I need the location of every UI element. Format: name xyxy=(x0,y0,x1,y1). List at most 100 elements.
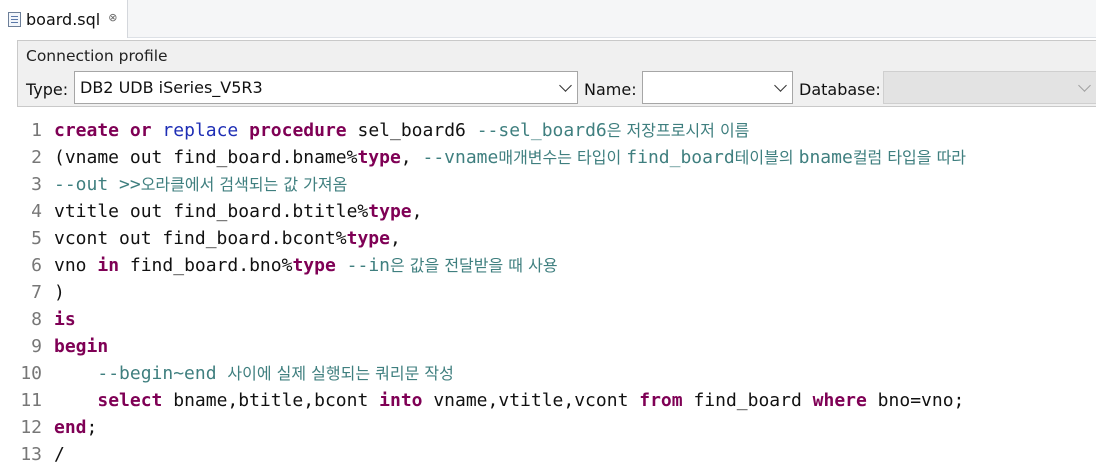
type-label: Type: xyxy=(26,80,69,99)
code-comment: 은 값을 전달받을 때 사용 xyxy=(390,256,558,275)
editor-tab-bar: board.sql ⊗ xyxy=(0,0,1096,38)
database-select[interactable] xyxy=(883,71,1096,104)
type-select[interactable]: DB2 UDB iSeries_V5R3 xyxy=(74,71,578,104)
code-token: find_board.bno% xyxy=(119,255,293,276)
code-line[interactable]: 5 vcont out find_board.bcont%type, xyxy=(0,225,1096,252)
code-keyword: select xyxy=(97,390,163,411)
code-keyword: or xyxy=(129,120,152,141)
connection-profile-title: Connection profile xyxy=(26,47,168,65)
connection-profile-group: Connection profile Type: DB2 UDB iSeries… xyxy=(17,40,1096,107)
code-keyword: is xyxy=(54,309,76,330)
database-label: Database: xyxy=(799,80,881,99)
code-comment: 은 저장프로시저 이름 xyxy=(606,121,750,140)
code-comment: 사이에 실제 실행되는 쿼리문 작성 xyxy=(227,364,454,383)
line-number: 9 xyxy=(31,336,42,357)
chevron-down-icon xyxy=(559,79,572,92)
code-text: is xyxy=(54,306,76,333)
code-token: find_board xyxy=(682,390,813,411)
line-number: 11 xyxy=(20,390,42,411)
code-line[interactable]: 8 is xyxy=(0,306,1096,333)
code-comment: 오라클에서 검색되는 값 가져옴 xyxy=(140,175,348,194)
code-line[interactable]: 13 / xyxy=(0,441,1096,468)
code-keyword: end xyxy=(54,417,87,438)
code-comment: 컬럼 타입을 따라 xyxy=(852,148,967,167)
close-icon[interactable]: ⊗ xyxy=(108,11,117,24)
code-keyword: type xyxy=(368,201,412,222)
code-keyword: procedure xyxy=(249,120,347,141)
line-number: 2 xyxy=(31,147,42,168)
code-keyword: replace xyxy=(162,120,239,141)
code-token: , xyxy=(411,201,423,222)
code-line[interactable]: 1 create or replace procedure sel_board6 … xyxy=(0,117,1096,144)
sql-code-editor[interactable]: 1 create or replace procedure sel_board6 … xyxy=(0,117,1096,468)
code-text: (vname out find_board.bname%type, --vnam… xyxy=(54,144,966,171)
chevron-down-icon xyxy=(1078,79,1091,92)
line-number: 13 xyxy=(20,444,42,465)
code-text: begin xyxy=(54,333,108,360)
code-text: vcont out find_board.bcont%type, xyxy=(54,225,401,252)
code-token: bno=vno; xyxy=(866,390,965,411)
editor-tab-board-sql[interactable]: board.sql ⊗ xyxy=(0,0,128,38)
code-keyword: into xyxy=(379,390,423,411)
line-number: 3 xyxy=(31,174,42,195)
code-keyword: type xyxy=(346,228,390,249)
code-line[interactable]: 6 vno in find_board.bno%type --in은 값을 전달받… xyxy=(0,252,1096,279)
code-line[interactable]: 7) xyxy=(0,279,1096,306)
code-comment: bname xyxy=(798,147,853,168)
code-keyword: in xyxy=(97,255,120,276)
line-number: 12 xyxy=(20,417,42,438)
code-token: vname,vtitle,vcont xyxy=(422,390,640,411)
line-number: 1 xyxy=(31,120,42,141)
code-text: vno in find_board.bno%type --in은 값을 전달받을… xyxy=(54,252,558,279)
code-keyword: from xyxy=(639,390,683,411)
line-number: 8 xyxy=(31,309,42,330)
code-line[interactable]: 9 begin xyxy=(0,333,1096,360)
code-token: bname,btitle,bcont xyxy=(162,390,380,411)
code-comment: --sel_board6 xyxy=(476,120,607,141)
code-line[interactable]: 4 vtitle out find_board.btitle%type, xyxy=(0,198,1096,225)
line-number: 7 xyxy=(31,282,42,303)
line-number: 6 xyxy=(31,255,42,276)
type-select-value: DB2 UDB iSeries_V5R3 xyxy=(80,78,263,97)
code-token: sel_board6 xyxy=(346,120,477,141)
code-token: (vname out find_board.bname% xyxy=(54,147,358,168)
code-line[interactable]: 10 --begin~end 사이에 실제 실행되는 쿼리문 작성 xyxy=(0,360,1096,387)
chevron-down-icon xyxy=(774,79,787,92)
code-comment: --vname xyxy=(422,147,499,168)
code-keyword: where xyxy=(812,390,867,411)
code-line[interactable]: 3 --out >>오라클에서 검색되는 값 가져옴 xyxy=(0,171,1096,198)
sql-file-icon xyxy=(8,11,21,27)
code-keyword: type xyxy=(292,255,336,276)
code-comment: --out >> xyxy=(54,174,141,195)
code-text: select bname,btitle,bcont into vname,vti… xyxy=(54,387,964,414)
code-token: , xyxy=(389,228,401,249)
line-number: 10 xyxy=(20,363,42,384)
code-comment: --in xyxy=(346,255,390,276)
code-token: ) xyxy=(54,282,65,303)
code-comment: find_board xyxy=(626,147,735,168)
code-text: ) xyxy=(54,279,65,306)
code-text: / xyxy=(54,441,65,468)
code-comment: --begin~end xyxy=(97,363,228,384)
name-select[interactable] xyxy=(642,71,793,104)
code-line[interactable]: 2 (vname out find_board.bname%type, --vna… xyxy=(0,144,1096,171)
code-token: ; xyxy=(86,417,98,438)
code-keyword: type xyxy=(357,147,401,168)
code-text: --out >>오라클에서 검색되는 값 가져옴 xyxy=(54,171,347,198)
code-text: vtitle out find_board.btitle%type, xyxy=(54,198,422,225)
code-token: vno xyxy=(54,255,98,276)
code-line[interactable]: 11 select bname,btitle,bcont into vname,… xyxy=(0,387,1096,414)
code-token: , xyxy=(400,147,423,168)
name-label: Name: xyxy=(584,80,637,99)
code-token: / xyxy=(54,444,65,465)
code-line[interactable]: 12 end; xyxy=(0,414,1096,441)
code-comment: 매개변수는 타입이 xyxy=(498,148,627,167)
code-keyword: create xyxy=(54,120,120,141)
tab-title: board.sql xyxy=(26,9,101,29)
